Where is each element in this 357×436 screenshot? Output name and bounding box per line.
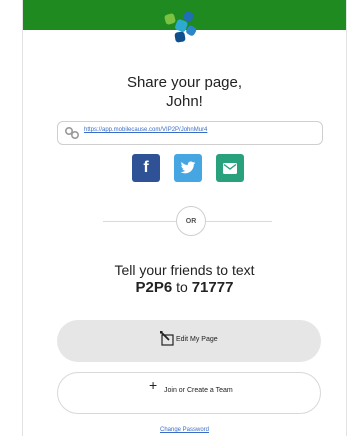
share-title-line2: John! <box>166 93 203 110</box>
plus-icon: + <box>149 377 158 393</box>
divider-line-right <box>206 221 272 222</box>
email-icon <box>223 162 237 174</box>
join-create-team-button[interactable]: + Join or Create a Team <box>57 372 321 414</box>
share-title-line1: Share your page, <box>126 74 243 91</box>
edit-my-page-label: Edit My Page <box>176 336 218 343</box>
text-to-give-code: P2P6 to 71777 <box>23 279 346 296</box>
facebook-icon: f <box>143 159 149 176</box>
twitter-icon <box>180 161 196 174</box>
link-icon <box>64 126 80 140</box>
mobilecause-logo-icon <box>164 11 197 43</box>
text-shortcode: 71777 <box>191 279 234 296</box>
share-url-field[interactable]: https://app.mobilecause.com/VIP2P/JohnMu… <box>57 121 323 145</box>
share-url-link[interactable]: https://app.mobilecause.com/VIP2P/JohnMu… <box>84 127 207 133</box>
text-to-give-instruction: Tell your friends to text <box>114 262 255 278</box>
email-share-button[interactable] <box>216 154 244 182</box>
edit-icon <box>160 331 174 346</box>
page-frame: Share your page, John! https://app.mobil… <box>22 0 347 436</box>
or-divider: OR <box>176 206 206 236</box>
join-create-team-label: Join or Create a Team <box>164 387 233 394</box>
text-connector: to <box>176 279 188 295</box>
twitter-share-button[interactable] <box>174 154 202 182</box>
share-title: Share your page, John! <box>23 73 346 111</box>
text-keyword: P2P6 <box>135 279 173 296</box>
facebook-share-button[interactable]: f <box>132 154 160 182</box>
change-password-link[interactable]: Change Password <box>23 427 346 433</box>
divider-line-left <box>103 221 176 222</box>
edit-my-page-button[interactable]: Edit My Page <box>57 320 321 362</box>
